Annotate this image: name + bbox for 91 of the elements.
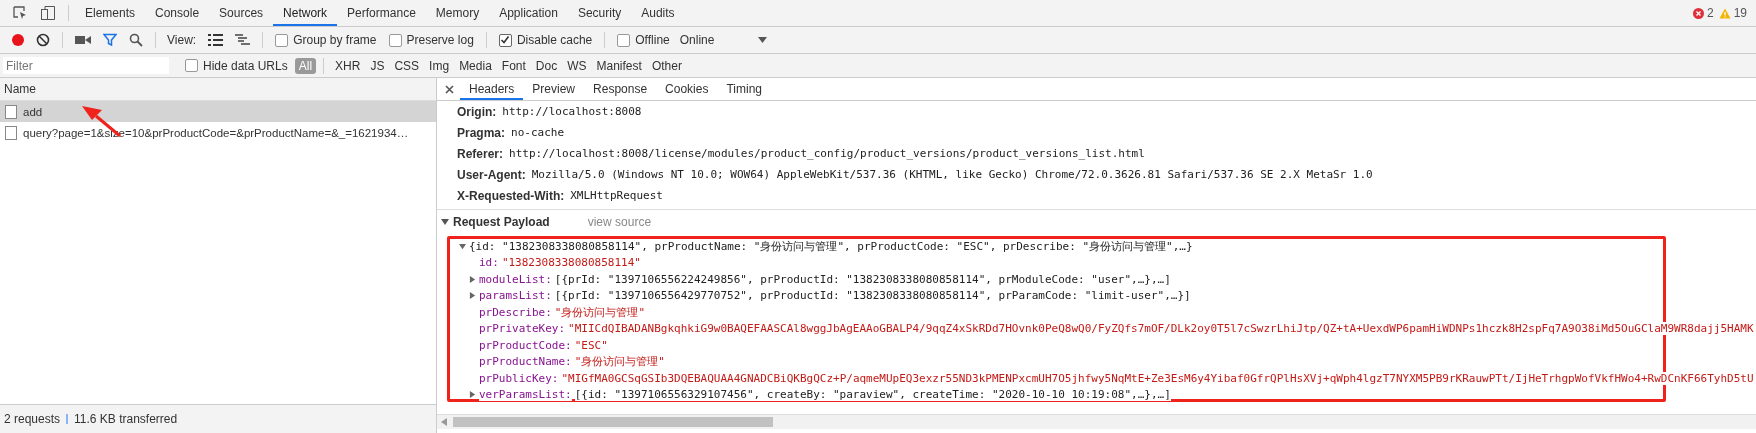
detail-tab[interactable]: Response	[584, 78, 657, 100]
checkbox-label: Hide data URLs	[203, 58, 288, 73]
header-name: Origin:	[457, 104, 497, 119]
type-filter-button[interactable]: Other	[647, 57, 686, 74]
property-key: paramsList:	[479, 289, 552, 303]
type-filter-button[interactable]: CSS	[390, 57, 424, 74]
property-value: [{prId: "1397106556224249856", prProductId: "1382308338080858114", prModuleCode: "user",…},…]	[554, 272, 1171, 286]
panel-tab[interactable]: Security	[567, 0, 632, 26]
panel-tab[interactable]: Sources	[209, 0, 274, 26]
filter-field[interactable]: Filter	[3, 57, 169, 74]
property-value: "ESC"	[574, 338, 608, 352]
inspect-icon[interactable]	[12, 5, 28, 21]
document-icon	[5, 125, 17, 140]
panel-tab[interactable]: Elements	[75, 0, 146, 26]
checkbox-label: Offline	[635, 33, 670, 47]
scrollbar-thumb[interactable]	[453, 417, 773, 427]
checkbox[interactable]	[617, 33, 631, 47]
caret-icon	[758, 37, 768, 43]
view-label: View:	[167, 33, 197, 47]
property-key: verParamsList:	[479, 388, 572, 402]
transferred-size: 11.6 KB transferred	[74, 412, 178, 426]
clear-icon[interactable]	[36, 33, 50, 47]
property-value: [{id: "1397106556329107456", createBy: "paraview", createTime: "2020-10-10 10:19:08",…},…]	[574, 388, 1171, 402]
panel-tab[interactable]: Memory	[425, 0, 490, 26]
type-filter-button[interactable]: Doc	[531, 57, 562, 74]
type-filter-button[interactable]: Img	[425, 57, 454, 74]
device-toolbar-icon[interactable]	[40, 5, 56, 21]
error-icon	[1692, 7, 1704, 19]
panel-tab[interactable]: Application	[489, 0, 568, 26]
record-button[interactable]	[12, 34, 24, 46]
expand-triangle-icon[interactable]	[441, 218, 449, 226]
header-value: no-cache	[511, 126, 564, 139]
video-camera-icon[interactable]	[75, 34, 91, 46]
type-filter-button[interactable]: Manifest	[592, 57, 646, 74]
search-icon[interactable]	[129, 33, 143, 47]
expand-triangle-icon[interactable]	[459, 242, 466, 250]
panel-tab[interactable]: Performance	[337, 0, 426, 26]
waterfall-view-icon[interactable]	[235, 34, 251, 46]
expand-triangle-icon[interactable]	[469, 275, 476, 283]
request-row[interactable]: add	[0, 101, 436, 122]
detail-tab[interactable]: Preview	[523, 78, 585, 100]
property-key: prProductCode:	[479, 338, 572, 352]
checkbox[interactable]	[498, 33, 512, 47]
checkbox[interactable]	[388, 33, 402, 47]
warning-count: 19	[1733, 6, 1747, 20]
header-value: Mozilla/5.0 (Windows NT 10.0; WOW64) AppleWebKit/537.36 (KHTML, like Gecko) Chrome/72.0.3626.81 Safari/537.36 SE 2.X MetaSr 1.0	[531, 168, 1373, 181]
property-key: prDescribe:	[479, 305, 552, 319]
throttling-dropdown[interactable]: Online	[679, 33, 768, 47]
property-key: prProductName:	[479, 355, 572, 369]
property-value: "身份访问与管理"	[574, 354, 665, 370]
property-key: prPublicKey:	[479, 371, 559, 385]
expand-triangle-icon[interactable]	[469, 391, 476, 399]
warning-icon	[1718, 7, 1731, 19]
expand-triangle-icon[interactable]	[469, 292, 476, 300]
property-key: prPrivateKey:	[479, 322, 566, 336]
request-count: 2 requests	[4, 412, 61, 426]
detail-tab[interactable]: Timing	[717, 78, 771, 100]
checkbox[interactable]	[185, 59, 198, 72]
filter-icon[interactable]	[103, 33, 117, 47]
header-name: Referer:	[457, 146, 504, 161]
checkbox-label: Preserve log	[406, 33, 474, 47]
header-name: User-Agent:	[457, 167, 526, 182]
detail-tab[interactable]: Cookies	[656, 78, 718, 100]
view-source-link[interactable]: view source	[587, 215, 652, 229]
panel-tab[interactable]: Console	[145, 0, 210, 26]
type-filter-button[interactable]: WS	[563, 57, 591, 74]
panel-tab[interactable]: Audits	[631, 0, 685, 26]
checkbox-label: Group by frame	[293, 33, 377, 47]
detail-tab[interactable]: Headers	[460, 78, 524, 100]
close-icon[interactable]	[445, 84, 454, 94]
checkbox-label: Disable cache	[516, 33, 593, 47]
header-value: http://localhost:8008	[502, 105, 642, 118]
property-key: moduleList:	[479, 272, 552, 286]
property-value: "身份访问与管理"	[554, 304, 646, 320]
property-value: [{prId: "1397106556429770752", prProductId: "1382308338080858114", prParamCode: "limit-user",…}]	[554, 289, 1191, 303]
type-filter-button[interactable]: JS	[366, 57, 389, 74]
column-header[interactable]: Name	[0, 78, 436, 101]
header-name: Pragma:	[457, 125, 506, 140]
header-value: http://localhost:8008/license/modules/product_config/product_versions/product_versions_list.html	[509, 147, 1145, 160]
header-name: X-Requested-With:	[457, 188, 565, 203]
checkbox[interactable]	[275, 33, 289, 47]
type-filter-button[interactable]: Font	[497, 57, 530, 74]
document-icon	[5, 104, 17, 119]
list-view-icon[interactable]	[208, 34, 224, 46]
type-filter-button[interactable]: Media	[455, 57, 496, 74]
header-value: XMLHttpRequest	[570, 189, 663, 202]
property-value: "MIGfMA0GCSqGSIb3DQEBAQUAA4GNADCBiQKBgQCz+P/aqmeMUpEQ3exzr55ND3kPMENPxcmUH7O5jhfwy5NqMtE+Ze3EsM6y4Yibaf0GfrQPlHsXVj+qWph4lgzT7NYXM5PB9rKRauwPTt/IjHeTrhgpWofVkfHWo4+RwDCnKF66TyhD5tU	[561, 371, 1754, 385]
type-filter-button[interactable]: XHR	[331, 57, 365, 74]
error-count: 2	[1706, 6, 1714, 20]
property-value: "MIICdQIBADANBgkqhkiG9w0BAQEFAASCAl8wggJbAgEAAoGBALP4/9qqZ4xSkRDd7HOvnk0PeQ8wQ0/FyZQfs7mOF/DLk2oy0T5l7cSwzrLhiJtp/QZ+tA+UexdWP6pamHiWDNPs1hczk8H2spFq7A9O38iMd5OuGClaM9WR8dajj5HAMK	[568, 322, 1754, 336]
section-title[interactable]: Request Payload	[453, 215, 550, 229]
